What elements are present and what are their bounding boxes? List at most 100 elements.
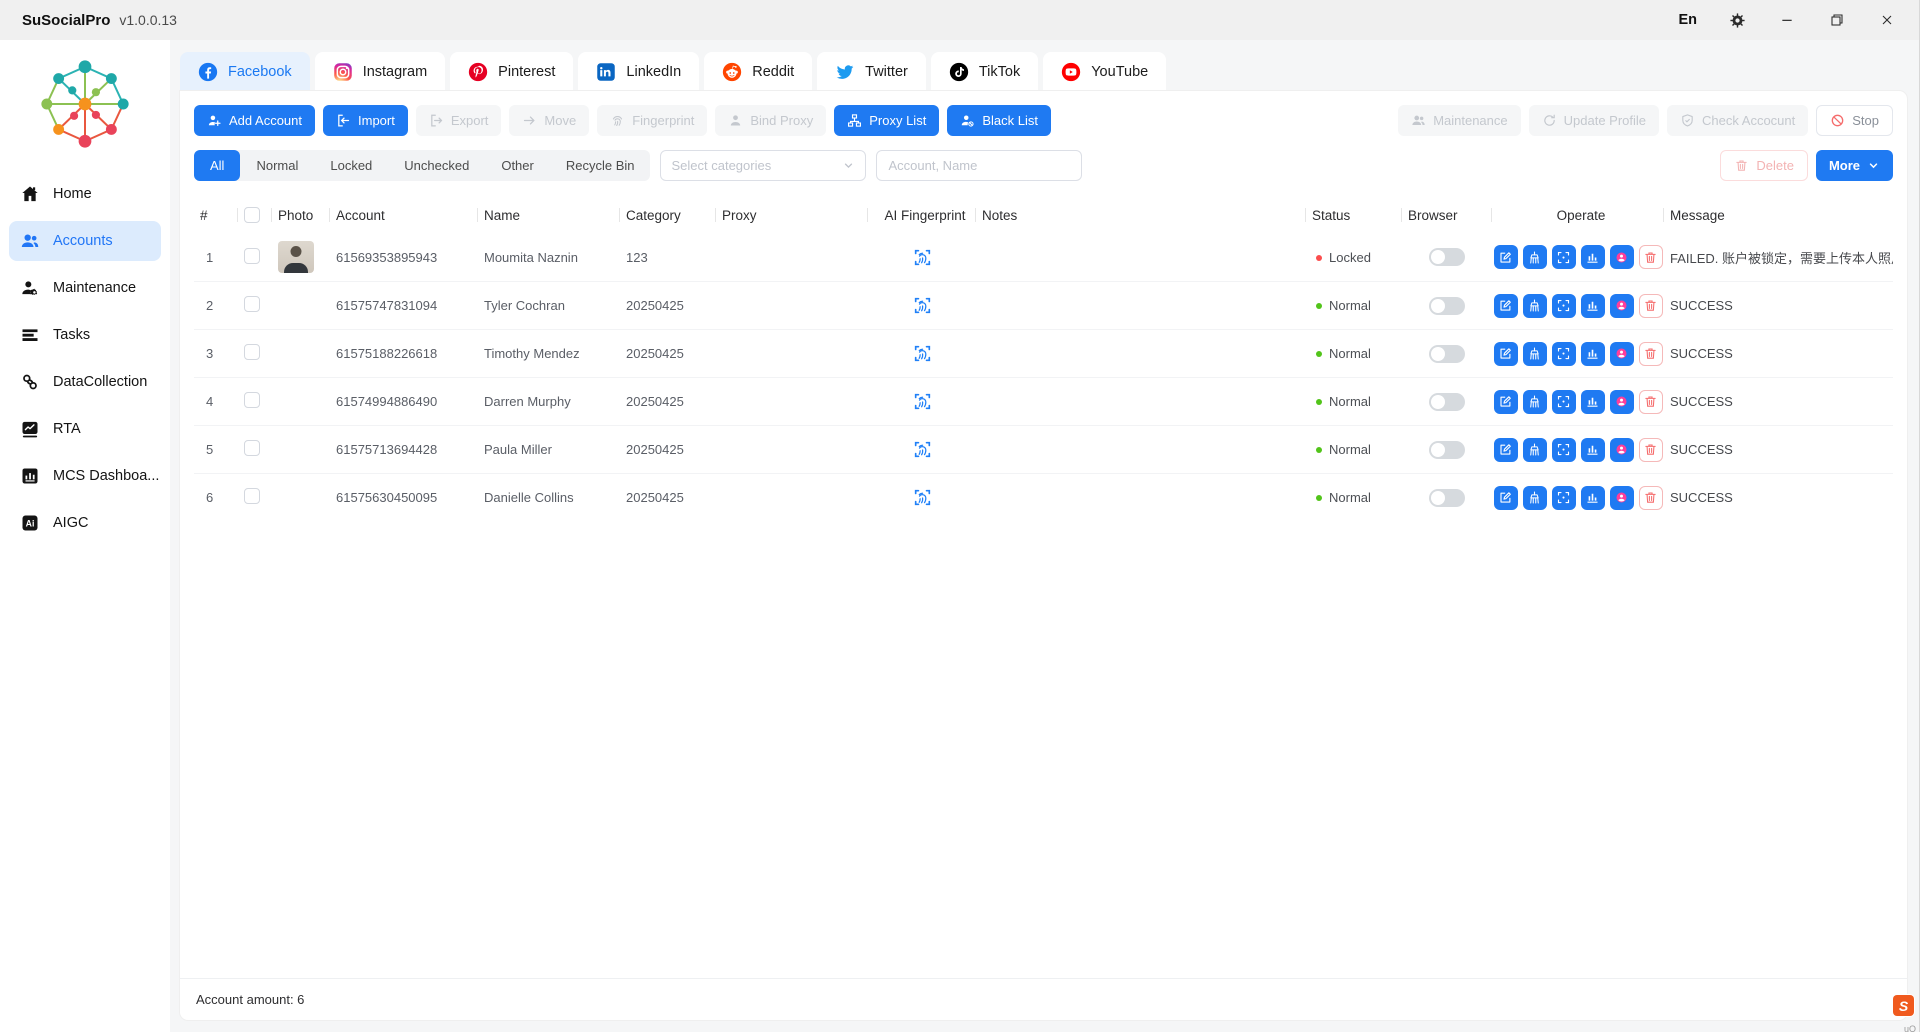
import-button[interactable]: Import xyxy=(323,105,408,136)
ai-fingerprint-icon[interactable] xyxy=(908,243,936,271)
browser-profile-icon[interactable] xyxy=(1610,486,1634,510)
clean-icon[interactable] xyxy=(1523,245,1547,269)
sidebar-item-mcs-dashboa[interactable]: MCS Dashboa... xyxy=(9,456,161,496)
sidebar-item-rta[interactable]: RTA xyxy=(9,409,161,449)
add-account-button[interactable]: Add Account xyxy=(194,105,315,136)
segment-normal[interactable]: Normal xyxy=(240,150,314,181)
browser-toggle[interactable] xyxy=(1429,248,1465,266)
bind-proxy-button[interactable]: Bind Proxy xyxy=(715,105,826,136)
black-list-button[interactable]: Black List xyxy=(947,105,1051,136)
face-scan-icon[interactable] xyxy=(1552,294,1576,318)
account-search-input[interactable] xyxy=(876,150,1082,181)
tab-reddit[interactable]: Reddit xyxy=(704,52,812,91)
check-accocunt-button[interactable]: Check Accocunt xyxy=(1667,105,1808,136)
delete-button[interactable]: Delete xyxy=(1720,150,1808,181)
chart-icon[interactable] xyxy=(1581,294,1605,318)
export-button[interactable]: Export xyxy=(416,105,502,136)
edit-icon[interactable] xyxy=(1494,438,1518,462)
browser-profile-icon[interactable] xyxy=(1610,390,1634,414)
proxy-list-button[interactable]: Proxy List xyxy=(834,105,939,136)
floating-brand-badge[interactable]: S xyxy=(1893,995,1914,1016)
sidebar-item-maintenance[interactable]: Maintenance xyxy=(9,268,161,308)
sidebar-item-datacollection[interactable]: DataCollection xyxy=(9,362,161,402)
delete-row-icon[interactable] xyxy=(1639,486,1663,510)
row-checkbox[interactable] xyxy=(244,392,260,408)
ai-fingerprint-icon[interactable] xyxy=(908,292,936,320)
row-checkbox[interactable] xyxy=(244,488,260,504)
clean-icon[interactable] xyxy=(1523,438,1547,462)
sidebar-item-accounts[interactable]: Accounts xyxy=(9,221,161,261)
edit-icon[interactable] xyxy=(1494,486,1518,510)
ai-fingerprint-icon[interactable] xyxy=(908,388,936,416)
browser-profile-icon[interactable] xyxy=(1610,342,1634,366)
row-checkbox[interactable] xyxy=(244,440,260,456)
update-profile-button[interactable]: Update Profile xyxy=(1529,105,1659,136)
category-select[interactable]: Select categories xyxy=(660,150,866,181)
sidebar-item-tasks[interactable]: Tasks xyxy=(9,315,161,355)
delete-row-icon[interactable] xyxy=(1639,390,1663,414)
linkedin-icon xyxy=(596,62,616,82)
language-toggle[interactable]: En xyxy=(1678,12,1697,28)
browser-toggle[interactable] xyxy=(1429,297,1465,315)
fingerprint-button[interactable]: Fingerprint xyxy=(597,105,707,136)
segment-unchecked[interactable]: Unchecked xyxy=(388,150,485,181)
delete-row-icon[interactable] xyxy=(1639,342,1663,366)
edit-icon[interactable] xyxy=(1494,294,1518,318)
ai-fingerprint-icon[interactable] xyxy=(908,340,936,368)
browser-profile-icon[interactable] xyxy=(1610,438,1634,462)
browser-toggle[interactable] xyxy=(1429,441,1465,459)
segment-all[interactable]: All xyxy=(194,150,240,181)
chart-icon[interactable] xyxy=(1581,438,1605,462)
delete-row-icon[interactable] xyxy=(1639,438,1663,462)
delete-row-icon[interactable] xyxy=(1639,245,1663,269)
segment-locked[interactable]: Locked xyxy=(314,150,388,181)
sidebar-item-aigc[interactable]: AiAIGC xyxy=(9,503,161,543)
maximize-restore-button[interactable] xyxy=(1827,10,1847,30)
browser-toggle[interactable] xyxy=(1429,489,1465,507)
tab-twitter[interactable]: Twitter xyxy=(817,52,926,91)
ai-fingerprint-icon[interactable] xyxy=(908,484,936,512)
browser-profile-icon[interactable] xyxy=(1610,245,1634,269)
tab-tiktok[interactable]: TikTok xyxy=(931,52,1038,91)
more-button[interactable]: More xyxy=(1816,150,1893,181)
edit-icon[interactable] xyxy=(1494,245,1518,269)
settings-gear-icon[interactable] xyxy=(1727,10,1747,30)
tab-pinterest[interactable]: Pinterest xyxy=(450,52,573,91)
chart-icon[interactable] xyxy=(1581,486,1605,510)
browser-toggle[interactable] xyxy=(1429,393,1465,411)
delete-row-icon[interactable] xyxy=(1639,294,1663,318)
segment-recycle-bin[interactable]: Recycle Bin xyxy=(550,150,651,181)
edit-icon[interactable] xyxy=(1494,390,1518,414)
row-checkbox[interactable] xyxy=(244,344,260,360)
chart-icon[interactable] xyxy=(1581,245,1605,269)
move-button[interactable]: Move xyxy=(509,105,589,136)
chart-icon[interactable] xyxy=(1581,342,1605,366)
row-checkbox[interactable] xyxy=(244,296,260,312)
segment-other[interactable]: Other xyxy=(485,150,550,181)
face-scan-icon[interactable] xyxy=(1552,390,1576,414)
edit-icon[interactable] xyxy=(1494,342,1518,366)
face-scan-icon[interactable] xyxy=(1552,245,1576,269)
tab-instagram[interactable]: Instagram xyxy=(315,52,445,91)
select-all-checkbox[interactable] xyxy=(244,207,260,223)
face-scan-icon[interactable] xyxy=(1552,438,1576,462)
clean-icon[interactable] xyxy=(1523,486,1547,510)
face-scan-icon[interactable] xyxy=(1552,342,1576,366)
browser-profile-icon[interactable] xyxy=(1610,294,1634,318)
browser-toggle[interactable] xyxy=(1429,345,1465,363)
ai-fingerprint-icon[interactable] xyxy=(908,436,936,464)
clean-icon[interactable] xyxy=(1523,342,1547,366)
minimize-button[interactable] xyxy=(1777,10,1797,30)
maintenance-button[interactable]: Maintenance xyxy=(1398,105,1520,136)
tab-youtube[interactable]: YouTube xyxy=(1043,52,1166,91)
face-scan-icon[interactable] xyxy=(1552,486,1576,510)
sidebar-item-home[interactable]: Home xyxy=(9,174,161,214)
close-button[interactable] xyxy=(1877,10,1897,30)
row-checkbox[interactable] xyxy=(244,248,260,264)
tab-linkedin[interactable]: LinkedIn xyxy=(578,52,699,91)
tab-facebook[interactable]: Facebook xyxy=(180,52,310,91)
stop-button[interactable]: Stop xyxy=(1816,105,1893,136)
clean-icon[interactable] xyxy=(1523,294,1547,318)
chart-icon[interactable] xyxy=(1581,390,1605,414)
clean-icon[interactable] xyxy=(1523,390,1547,414)
